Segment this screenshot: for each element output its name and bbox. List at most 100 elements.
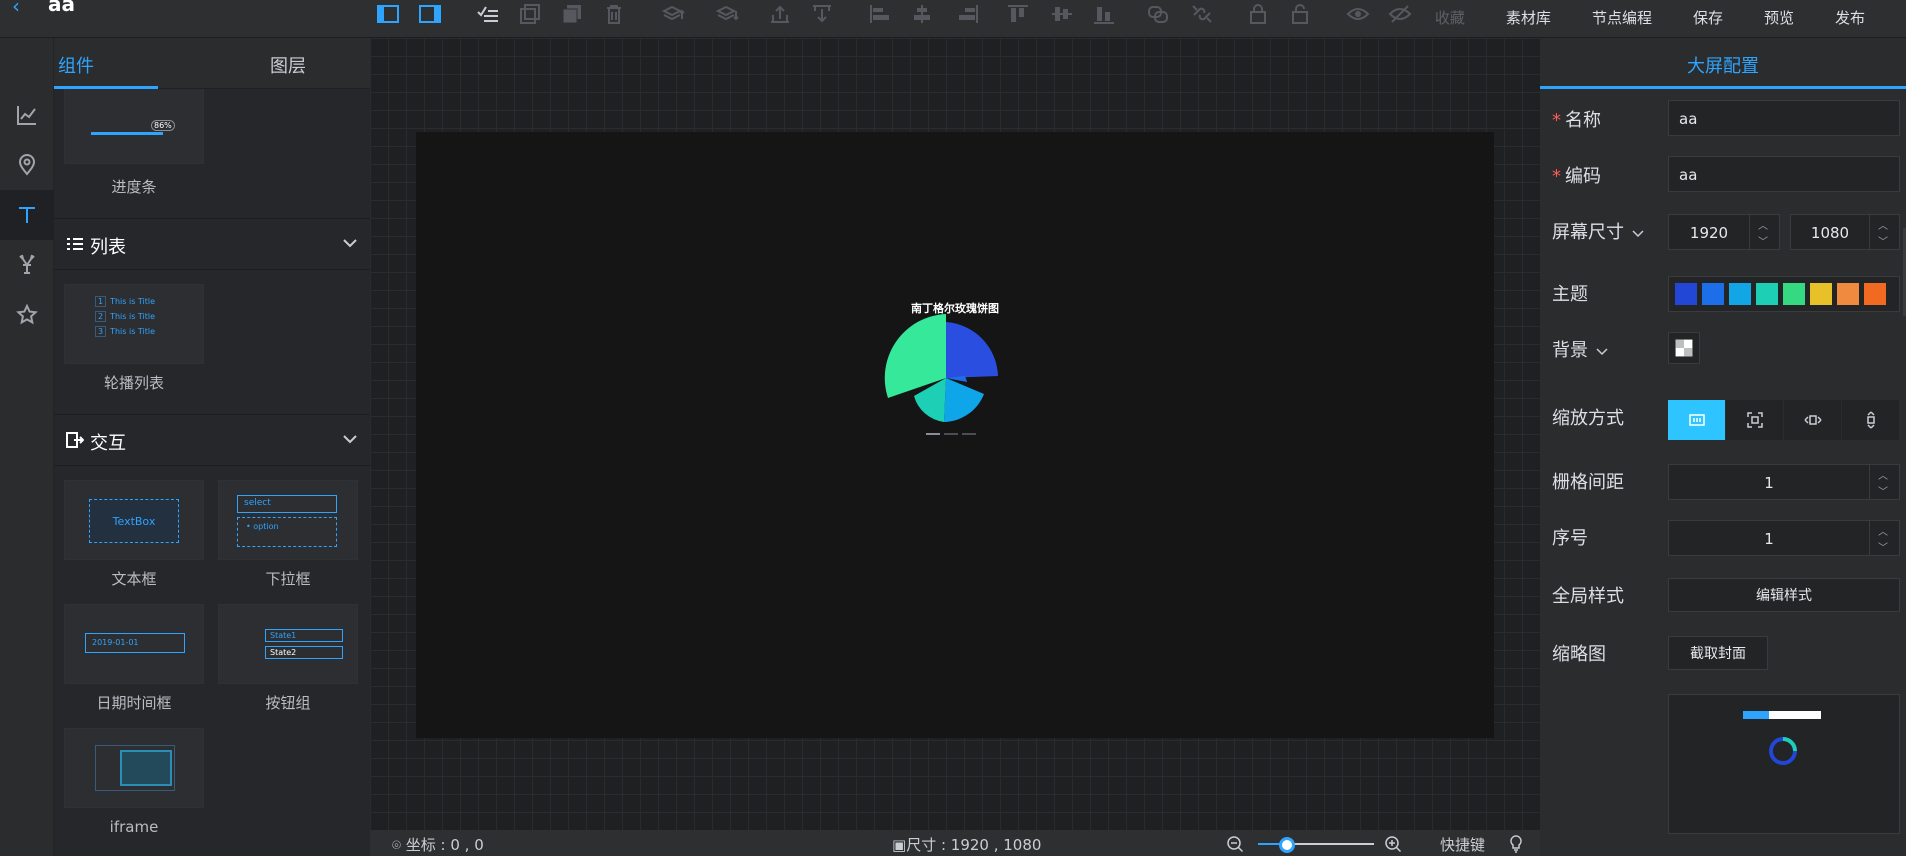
collect-button[interactable]: 收藏	[1435, 7, 1465, 28]
theme-swatch[interactable]	[1864, 283, 1886, 305]
align-top-icon[interactable]	[1004, 2, 1032, 26]
carousel-list-card[interactable]: 1 This is Title 2 This is Title 3 This is T…	[64, 284, 204, 364]
arrow-left-icon[interactable]: ‹	[12, 0, 20, 18]
top-actions: 收藏 素材库 节点编程 保存 预览 发布	[1435, 0, 1906, 34]
scale-fit-height-button[interactable]	[1842, 400, 1900, 440]
grid-spacing-field[interactable]: 1 ︿ ﹀	[1668, 464, 1900, 500]
show-icon[interactable]	[1344, 2, 1372, 26]
capture-cover-button[interactable]: 截取封面	[1668, 636, 1768, 670]
name-field[interactable]: aa	[1668, 100, 1900, 136]
chart-pager-dot[interactable]	[962, 433, 976, 435]
components-panel: 86% 进度条 列表 1 This is Title 2 This is Title…	[54, 38, 370, 856]
rail-favorites[interactable]	[0, 290, 54, 340]
rail-text[interactable]	[0, 190, 54, 240]
textbox-preview: TextBox	[89, 499, 179, 543]
theme-swatch[interactable]	[1756, 283, 1778, 305]
icon-rail	[0, 38, 54, 856]
code-field[interactable]: aa	[1668, 156, 1900, 192]
tab-components[interactable]: 组件	[58, 52, 94, 78]
select-card[interactable]: select • option	[218, 480, 358, 560]
editor-canvas[interactable]: 南丁格尔玫瑰饼图	[370, 38, 1540, 830]
layer-up-icon[interactable]	[660, 2, 688, 26]
screen-height-field[interactable]: 1080 ︿ ﹀	[1790, 214, 1900, 250]
ungroup-icon[interactable]	[1188, 2, 1216, 26]
panel-right-icon[interactable]	[416, 2, 444, 26]
scale-fit-contain-button[interactable]	[1726, 400, 1784, 440]
grid-stepper[interactable]: ︿ ﹀	[1869, 465, 1899, 499]
align-center-v-icon[interactable]	[1048, 2, 1076, 26]
edit-style-button[interactable]: 编辑样式	[1668, 578, 1900, 612]
move-bottom-icon[interactable]	[808, 2, 836, 26]
tab-underline	[54, 86, 158, 89]
button-group-card[interactable]: State1 State2	[218, 604, 358, 684]
section-interaction[interactable]: 交互	[54, 414, 370, 466]
iframe-card[interactable]	[64, 728, 204, 808]
theme-swatch[interactable]	[1729, 283, 1751, 305]
thumb-ring-chart	[1769, 737, 1797, 765]
duplicate-icon[interactable]	[558, 2, 586, 26]
carousel-preview: 1 This is Title 2 This is Title 3 This is T…	[95, 296, 175, 342]
theme-swatch[interactable]	[1810, 283, 1832, 305]
save-button[interactable]: 保存	[1693, 7, 1723, 28]
theme-swatch[interactable]	[1783, 283, 1805, 305]
rail-map[interactable]	[0, 140, 54, 190]
zoom-slider[interactable]	[1258, 837, 1374, 853]
screen-width-field[interactable]: 1920 ︿ ﹀	[1668, 214, 1780, 250]
align-bottom-icon[interactable]	[1090, 2, 1118, 26]
unlock-icon[interactable]	[1286, 2, 1314, 26]
rose-pie-chart[interactable]	[846, 312, 1046, 452]
background-color-picker[interactable]	[1668, 332, 1700, 364]
move-top-icon[interactable]	[766, 2, 794, 26]
bulb-icon[interactable]	[1508, 835, 1524, 853]
delete-icon[interactable]	[600, 2, 628, 26]
theme-swatch[interactable]	[1837, 283, 1859, 305]
progress-card-preview[interactable]: 86%	[64, 76, 204, 164]
background-label[interactable]: 背景	[1552, 336, 1608, 362]
rose-slice	[944, 378, 984, 422]
order-field[interactable]: 1 ︿ ﹀	[1668, 520, 1900, 556]
width-stepper[interactable]: ︿ ﹀	[1749, 215, 1779, 249]
size-readout: ▣尺寸 : 1920 , 1080	[892, 836, 1042, 854]
hide-icon[interactable]	[1386, 2, 1414, 26]
group-icon[interactable]	[1144, 2, 1172, 26]
rail-chart[interactable]	[0, 90, 54, 140]
lock-icon[interactable]	[1244, 2, 1272, 26]
align-right-icon[interactable]	[954, 2, 982, 26]
theme-picker[interactable]	[1668, 276, 1900, 312]
preview-button[interactable]: 预览	[1764, 7, 1794, 28]
align-left-icon[interactable]	[866, 2, 894, 26]
datetime-card[interactable]: 2019-01-01	[64, 604, 204, 684]
assets-button[interactable]: 素材库	[1506, 7, 1551, 28]
chevron-down-icon[interactable]	[342, 433, 358, 445]
publish-button[interactable]: 发布	[1835, 7, 1865, 28]
thumb-tab	[1769, 711, 1795, 719]
theme-swatch[interactable]	[1702, 283, 1724, 305]
screen-area[interactable]: 南丁格尔玫瑰饼图	[416, 132, 1494, 738]
zoom-in-icon[interactable]	[1384, 835, 1402, 853]
copy-icon[interactable]	[516, 2, 544, 26]
order-stepper[interactable]: ︿ ﹀	[1869, 521, 1899, 555]
chart-pager-dot[interactable]	[944, 433, 958, 435]
textbox-card[interactable]: TextBox	[64, 480, 204, 560]
screen-size-label[interactable]: 屏幕尺寸	[1552, 218, 1644, 244]
align-center-h-icon[interactable]	[908, 2, 936, 26]
zoom-out-icon[interactable]	[1226, 835, 1244, 853]
chart-icon	[17, 106, 36, 125]
iframe-preview	[95, 745, 175, 791]
chevron-down-icon[interactable]	[342, 237, 358, 249]
tab-layers[interactable]: 图层	[270, 52, 306, 78]
check-list-icon[interactable]	[474, 2, 502, 26]
theme-swatch[interactable]	[1675, 283, 1697, 305]
scale-fit-width-button[interactable]	[1784, 400, 1842, 440]
layer-down-icon[interactable]	[714, 2, 742, 26]
chart-pager-dot[interactable]	[926, 433, 940, 435]
rail-decoration[interactable]	[0, 240, 54, 290]
section-list[interactable]: 列表	[54, 218, 370, 270]
scale-fit-full-button[interactable]	[1668, 400, 1726, 440]
panel-left-icon[interactable]	[374, 2, 402, 26]
height-stepper[interactable]: ︿ ﹀	[1869, 215, 1899, 249]
zoom-slider-handle[interactable]	[1279, 837, 1295, 853]
scale-label: 缩放方式	[1552, 408, 1624, 429]
node-edit-button[interactable]: 节点编程	[1592, 7, 1652, 28]
shortcut-button[interactable]: 快捷键	[1440, 834, 1485, 855]
